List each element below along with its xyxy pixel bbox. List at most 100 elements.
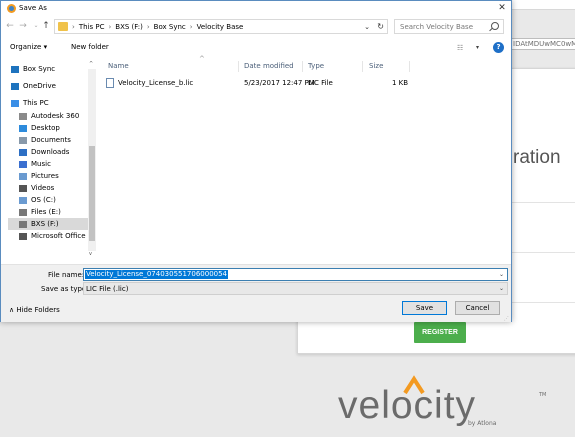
- nav-item-label: Autodesk 360: [31, 112, 80, 120]
- organize-menu[interactable]: Organize ▾: [10, 42, 47, 52]
- drive-icon: [19, 220, 27, 228]
- nav-item-label: Downloads: [31, 148, 70, 156]
- help-icon[interactable]: ?: [493, 42, 504, 53]
- dialog-title: Save As: [19, 4, 47, 12]
- logo-subtitle: by Atlona: [468, 420, 497, 427]
- column-header-name[interactable]: Name: [108, 61, 129, 72]
- form-divider: [508, 252, 575, 253]
- column-header-date[interactable]: Date modified: [244, 61, 294, 72]
- save-button[interactable]: Save: [402, 301, 447, 315]
- nav-item-label: Microsoft Office: [31, 232, 86, 240]
- column-headers: Name Date modified Type Size: [98, 61, 503, 72]
- breadcrumb-velocity-base[interactable]: Velocity Base: [197, 22, 244, 32]
- nav-item-box-sync[interactable]: Box Sync: [8, 63, 91, 75]
- nav-item-label: Box Sync: [23, 65, 56, 73]
- save-options-panel: File name: Velocity_License_074030551706…: [1, 264, 511, 322]
- file-row[interactable]: Velocity_License_b.lic 5/23/2017 12:47 P…: [104, 77, 408, 89]
- nav-item-videos[interactable]: Videos: [8, 182, 91, 194]
- view-options-icon[interactable]: ☷: [457, 43, 463, 53]
- file-size: 1 KB: [392, 79, 409, 87]
- breadcrumb-bxs-drive[interactable]: BXS (F:): [115, 22, 143, 32]
- nav-item-files-e[interactable]: Files (E:): [8, 206, 91, 218]
- nav-item-autodesk-360[interactable]: Autodesk 360: [8, 110, 91, 122]
- breadcrumb-this-pc[interactable]: This PC: [79, 22, 105, 32]
- file-date: 5/23/2017 12:47 PM: [244, 79, 315, 87]
- cancel-button[interactable]: Cancel: [455, 301, 500, 315]
- command-bar: Organize ▾ New folder ☷ ▾ ?: [1, 40, 511, 55]
- register-button[interactable]: REGISTER: [414, 322, 466, 343]
- downloads-icon: [19, 148, 27, 156]
- nav-item-onedrive[interactable]: OneDrive: [8, 80, 91, 92]
- column-header-size[interactable]: Size: [369, 61, 383, 72]
- pictures-icon: [19, 172, 27, 180]
- nav-item-label: BXS (F:): [31, 220, 59, 228]
- nav-item-downloads[interactable]: Downloads: [8, 146, 91, 158]
- chevron-down-icon[interactable]: ⌄: [499, 270, 504, 280]
- search-input[interactable]: Search Velocity Base: [394, 19, 504, 34]
- refresh-icon[interactable]: ↻: [377, 21, 384, 32]
- close-button[interactable]: ✕: [493, 1, 511, 16]
- save-as-type-value: LIC File (.lic): [86, 285, 129, 293]
- new-folder-button[interactable]: New folder: [71, 42, 109, 52]
- desktop-icon: [19, 124, 27, 132]
- form-divider: [508, 302, 575, 303]
- form-divider: [508, 202, 575, 203]
- view-dropdown-icon[interactable]: ▾: [476, 43, 479, 53]
- nav-item-label: Files (E:): [31, 208, 61, 216]
- breadcrumb: › This PC › BXS (F:) › Box Sync › Veloci…: [72, 22, 243, 32]
- nav-item-desktop[interactable]: Desktop: [8, 122, 91, 134]
- up-arrow-icon[interactable]: ↑: [41, 21, 51, 31]
- breadcrumb-separator: ›: [189, 23, 193, 31]
- nav-item-label: OneDrive: [23, 82, 56, 90]
- url-fragment: IDAtMDUwMC0wMDA: [510, 38, 575, 50]
- breadcrumb-box-sync[interactable]: Box Sync: [154, 22, 186, 32]
- drive-icon: [19, 196, 27, 204]
- save-as-dialog: Save As ✕ ← → ⌄ ↑ › This PC › BXS (F:) ›…: [0, 0, 512, 322]
- nav-item-documents[interactable]: Documents: [8, 134, 91, 146]
- column-divider[interactable]: [302, 61, 303, 72]
- address-bar[interactable]: › This PC › BXS (F:) › Box Sync › Veloci…: [54, 19, 388, 34]
- nav-item-label: Documents: [31, 136, 71, 144]
- address-dropdown-icon[interactable]: ⌄: [364, 22, 370, 32]
- scroll-up-icon[interactable]: ^: [89, 61, 93, 67]
- column-divider[interactable]: [362, 61, 363, 72]
- nav-item-this-pc[interactable]: This PC: [8, 97, 91, 109]
- logo-text: velocity: [338, 384, 477, 427]
- registration-heading: ration: [513, 147, 561, 168]
- chevron-down-icon[interactable]: ⌄: [499, 284, 504, 294]
- column-divider[interactable]: [409, 61, 410, 72]
- column-header-type[interactable]: Type: [308, 61, 324, 72]
- resize-grip-icon[interactable]: ⋰: [504, 316, 509, 322]
- recent-locations-icon[interactable]: ⌄: [31, 21, 41, 31]
- nav-item-bxs-f[interactable]: BXS (F:): [8, 218, 91, 230]
- music-icon: [19, 160, 27, 168]
- file-name: Velocity_License_b.lic: [118, 79, 194, 87]
- nav-item-label: Videos: [31, 184, 55, 192]
- nav-item-os-c[interactable]: OS (C:): [8, 194, 91, 206]
- nav-item-label: OS (C:): [31, 196, 56, 204]
- forward-arrow-icon[interactable]: →: [18, 21, 28, 31]
- nav-item-music[interactable]: Music: [8, 158, 91, 170]
- hide-folders-toggle[interactable]: ∧ Hide Folders: [9, 305, 60, 315]
- scrollbar-thumb[interactable]: [89, 146, 95, 241]
- breadcrumb-separator: ›: [146, 23, 150, 31]
- column-divider[interactable]: [238, 61, 239, 72]
- nav-item-label: This PC: [23, 99, 49, 107]
- navigation-pane: Box Sync OneDrive This PC Autodesk 360 Deskt…: [8, 59, 97, 259]
- search-icon: [491, 22, 499, 30]
- scroll-down-icon[interactable]: v: [89, 251, 92, 257]
- file-type: LIC File: [308, 79, 333, 87]
- title-bar[interactable]: Save As ✕: [1, 1, 511, 16]
- save-as-type-select[interactable]: LIC File (.lic) ⌄: [83, 282, 508, 295]
- file-name-value: Velocity_License_074030551706000054: [85, 270, 229, 279]
- drive-icon: [19, 208, 27, 216]
- logo-trademark: TM: [539, 392, 547, 398]
- nav-item-label: Desktop: [31, 124, 60, 132]
- breadcrumb-separator: ›: [72, 23, 75, 31]
- file-name-input[interactable]: Velocity_License_074030551706000054 ⌄: [83, 268, 508, 281]
- breadcrumb-separator: ›: [108, 23, 112, 31]
- back-arrow-icon[interactable]: ←: [5, 21, 15, 31]
- this-pc-icon: [11, 99, 19, 107]
- nav-item-microsoft-office[interactable]: Microsoft Office: [8, 230, 91, 242]
- nav-item-pictures[interactable]: Pictures: [8, 170, 91, 182]
